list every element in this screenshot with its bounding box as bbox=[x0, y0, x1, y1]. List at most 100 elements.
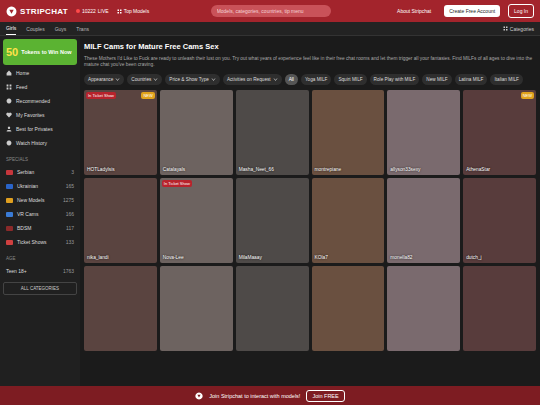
sidebar-item-label[interactable]: Home bbox=[16, 70, 29, 76]
model-card[interactable]: NEWAthenaStar bbox=[463, 90, 536, 175]
tag-chip[interactable]: New MILF bbox=[422, 74, 451, 85]
special-item[interactable]: Serbian 3 bbox=[3, 166, 77, 178]
sidebar-item-label[interactable]: Feed bbox=[16, 84, 27, 90]
sidebar-item[interactable]: Best for Privates bbox=[3, 123, 77, 135]
promo-text[interactable]: Tokens to Win Now bbox=[21, 49, 71, 56]
filter-row: Appearance Countries Price & Show Type Acti… bbox=[84, 74, 536, 85]
categories-button[interactable]: Categories bbox=[503, 26, 534, 32]
filter-dropdown[interactable]: Price & Show Type bbox=[165, 74, 220, 85]
age-label[interactable]: Teen 18+ bbox=[6, 268, 27, 274]
special-item[interactable]: New Models 1275 bbox=[3, 194, 77, 206]
promo-amount[interactable]: 50 bbox=[6, 46, 18, 58]
model-card[interactable] bbox=[84, 266, 157, 351]
logo-text[interactable]: STRIPCHAT bbox=[20, 7, 68, 16]
model-card[interactable]: Catalayals bbox=[160, 90, 233, 175]
promo-banner[interactable]: 50Tokens to Win Now bbox=[3, 39, 77, 65]
special-label[interactable]: Serbian bbox=[17, 169, 34, 175]
model-card[interactable]: montrepiane bbox=[312, 90, 385, 175]
tag-chip[interactable]: Yoga MILF bbox=[301, 74, 332, 85]
chevron-icon bbox=[115, 77, 120, 82]
filter-dropdown[interactable]: Activities on Request bbox=[223, 74, 282, 85]
model-card[interactable]: dutch_j bbox=[463, 178, 536, 263]
filter-dropdown[interactable]: Appearance bbox=[84, 74, 124, 85]
model-name[interactable]: dutch_j bbox=[466, 255, 481, 260]
join-button[interactable]: Join FREE bbox=[306, 390, 344, 402]
model-name[interactable]: nika_landi bbox=[87, 255, 109, 260]
create-account-button[interactable]: Create Free Account bbox=[444, 5, 500, 17]
all-categories-button[interactable]: ALL CATEGORIES bbox=[3, 282, 77, 295]
logo[interactable]: STRIPCHAT bbox=[6, 6, 68, 17]
model-name[interactable]: Nova-Lee bbox=[163, 255, 184, 260]
model-name[interactable]: Catalayals bbox=[163, 167, 185, 172]
filter-label[interactable]: Appearance bbox=[88, 77, 113, 82]
filter-dropdown[interactable]: Countries bbox=[127, 74, 162, 85]
model-grid: In Ticket ShowNEWHOTLadyIsis Catalayals Ma… bbox=[84, 90, 536, 351]
tag-chip[interactable]: Italian MILF bbox=[490, 74, 523, 85]
special-label[interactable]: Ukrainian bbox=[17, 183, 38, 189]
sidebar-item[interactable]: My Favorites bbox=[3, 109, 77, 121]
model-card[interactable]: Masha_Neet_66 bbox=[236, 90, 309, 175]
sidebar-item-label[interactable]: My Favorites bbox=[16, 112, 45, 118]
special-item[interactable]: BDSM117 bbox=[3, 222, 77, 234]
special-label[interactable]: VR Cams bbox=[17, 211, 38, 217]
stripchat-logo-icon bbox=[6, 6, 17, 17]
model-card[interactable] bbox=[387, 266, 460, 351]
tab[interactable]: Guys bbox=[55, 23, 67, 35]
model-card[interactable]: In Ticket ShowNova-Lee bbox=[160, 178, 233, 263]
tag-chip[interactable]: Squirt MILF bbox=[334, 74, 366, 85]
login-button[interactable]: Log In bbox=[508, 4, 534, 18]
special-label[interactable]: BDSM bbox=[17, 225, 31, 231]
tab[interactable]: Couples bbox=[26, 23, 44, 35]
sidebar-item-label[interactable]: Watch History bbox=[16, 140, 47, 146]
special-label[interactable]: New Models bbox=[17, 197, 45, 203]
search-field[interactable] bbox=[211, 5, 331, 17]
model-card[interactable]: In Ticket ShowNEWHOTLadyIsis bbox=[84, 90, 157, 175]
model-name[interactable]: AthenaStar bbox=[466, 167, 490, 172]
model-card[interactable]: allyson33sexy bbox=[387, 90, 460, 175]
special-item[interactable]: Ukrainian165 bbox=[3, 180, 77, 192]
sidebar-item-label[interactable]: Best for Privates bbox=[16, 126, 53, 132]
tag-chip[interactable]: Role Play with MILF bbox=[370, 74, 420, 85]
model-name[interactable]: MilaMaaay bbox=[239, 255, 262, 260]
tab[interactable]: Trans bbox=[76, 23, 89, 35]
model-card[interactable]: monella82 bbox=[387, 178, 460, 263]
nav-icon bbox=[6, 126, 12, 132]
special-count: 1275 bbox=[63, 197, 74, 203]
special-label[interactable]: Ticket Shows bbox=[17, 239, 47, 245]
model-card[interactable] bbox=[236, 266, 309, 351]
model-name[interactable]: monella82 bbox=[390, 255, 412, 260]
top-models-label[interactable]: Top Models bbox=[124, 8, 150, 14]
model-card[interactable]: nika_landi bbox=[84, 178, 157, 263]
model-card[interactable]: KOla7 bbox=[312, 178, 385, 263]
model-name[interactable]: montrepiane bbox=[315, 167, 342, 172]
about-link[interactable]: About Stripchat bbox=[392, 5, 436, 17]
model-name[interactable]: HOTLadyIsis bbox=[87, 167, 115, 172]
live-dot-icon bbox=[76, 9, 80, 13]
categories-label[interactable]: Categories bbox=[510, 26, 534, 32]
sidebar-item[interactable]: Recommended bbox=[3, 95, 77, 107]
tab[interactable]: Girls bbox=[6, 22, 16, 35]
live-label: LIVE bbox=[98, 8, 109, 14]
model-name[interactable]: allyson33sexy bbox=[390, 167, 420, 172]
model-badge: In Ticket Show bbox=[86, 92, 116, 99]
age-item[interactable]: Teen 18+1763 bbox=[3, 265, 77, 277]
model-name[interactable]: KOla7 bbox=[315, 255, 328, 260]
model-name[interactable]: Masha_Neet_66 bbox=[239, 167, 274, 172]
sidebar-item[interactable]: Watch History bbox=[3, 137, 77, 149]
model-card[interactable] bbox=[312, 266, 385, 351]
tag-chip[interactable]: Latina MILF bbox=[455, 74, 488, 85]
filter-label[interactable]: Price & Show Type bbox=[169, 77, 209, 82]
filter-label[interactable]: Countries bbox=[131, 77, 151, 82]
sidebar-item[interactable]: Home bbox=[3, 67, 77, 79]
model-card[interactable] bbox=[160, 266, 233, 351]
model-card[interactable] bbox=[463, 266, 536, 351]
special-count: 3 bbox=[71, 169, 74, 175]
filter-label[interactable]: Activities on Request bbox=[227, 77, 271, 82]
tag-chip[interactable]: All bbox=[285, 74, 298, 85]
sidebar-item-label[interactable]: Recommended bbox=[16, 98, 50, 104]
top-models-link[interactable]: Top Models bbox=[117, 8, 150, 14]
special-item[interactable]: Ticket Shows133 bbox=[3, 236, 77, 248]
sidebar-item[interactable]: Feed bbox=[3, 81, 77, 93]
model-card[interactable]: MilaMaaay bbox=[236, 178, 309, 263]
special-item[interactable]: VR Cams166 bbox=[3, 208, 77, 220]
